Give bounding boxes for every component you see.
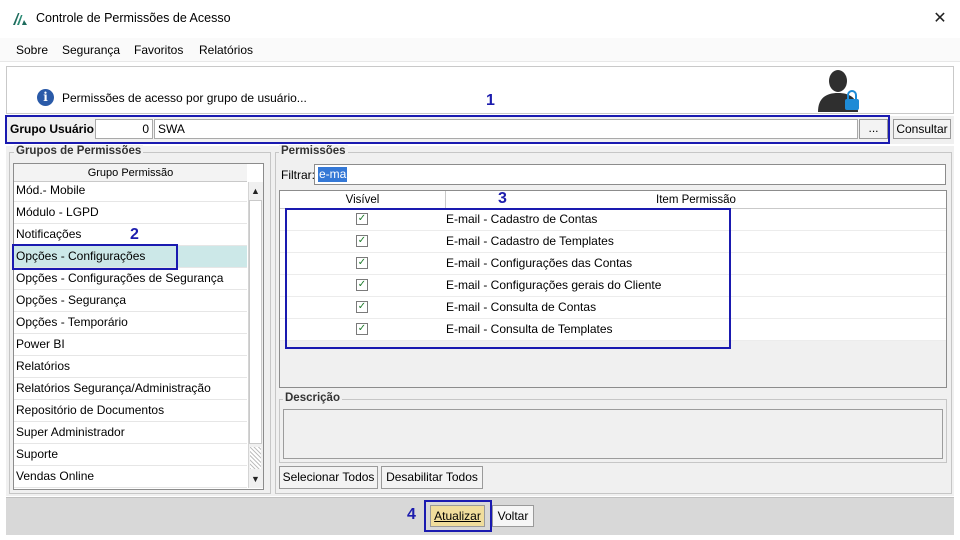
annotation-3: 3 xyxy=(498,190,507,207)
list-item[interactable]: Opções - Temporário xyxy=(14,312,247,334)
user-lock-icon xyxy=(818,70,859,112)
list-item[interactable]: Mód.- Mobile xyxy=(14,180,247,202)
list-item[interactable]: Opções - Configurações de Segurança xyxy=(14,268,247,290)
permissions-title: Permissões xyxy=(279,145,348,157)
filter-input[interactable]: e-ma xyxy=(314,164,946,185)
menu-relatorios[interactable]: Relatórios xyxy=(199,43,253,57)
list-item[interactable]: Módulo - LGPD xyxy=(14,202,247,224)
window-title: Controle de Permissões de Acesso xyxy=(36,11,231,25)
select-all-button[interactable]: Selecionar Todos xyxy=(279,466,378,489)
info-text: Permissões de acesso por grupo de usuári… xyxy=(62,91,307,105)
list-item[interactable]: Repositório de Documentos xyxy=(14,400,247,422)
annotation-2: 2 xyxy=(130,226,139,243)
list-item[interactable]: Vendas Online xyxy=(14,466,247,488)
annotation-box-2 xyxy=(12,244,178,270)
disable-all-button[interactable]: Desabilitar Todos xyxy=(381,466,483,489)
description-field[interactable] xyxy=(283,409,943,459)
list-item[interactable]: Suporte xyxy=(14,444,247,466)
annotation-box-1 xyxy=(5,115,890,144)
annotation-box-4 xyxy=(424,500,492,532)
list-item[interactable]: Opções - Segurança xyxy=(14,290,247,312)
list-item[interactable]: Relatórios Segurança/Administração xyxy=(14,378,247,400)
info-icon: i xyxy=(37,89,54,106)
app-logo-icon xyxy=(13,13,27,25)
menu-bar: Sobre Segurança Favoritos Relatórios xyxy=(0,38,960,62)
annotation-4: 4 xyxy=(407,506,416,523)
list-item[interactable]: Super Administrador xyxy=(14,422,247,444)
scroll-grip[interactable] xyxy=(250,447,261,469)
filter-value: e-ma xyxy=(318,167,348,182)
list-item[interactable]: Relatórios xyxy=(14,356,247,378)
consultar-button[interactable]: Consultar xyxy=(893,119,951,139)
column-header-visivel[interactable]: Visível xyxy=(280,191,446,209)
description-title: Descrição xyxy=(283,392,342,404)
annotation-1: 1 xyxy=(486,92,495,109)
permission-groups-title: Grupos de Permissões xyxy=(14,145,144,157)
menu-seguranca[interactable]: Segurança xyxy=(62,43,120,57)
column-header-item-permissao[interactable]: Item Permissão xyxy=(446,191,946,209)
menu-sobre[interactable]: Sobre xyxy=(16,43,48,57)
scroll-down-icon[interactable]: ▼ xyxy=(250,474,261,484)
close-icon[interactable]: ✕ xyxy=(928,8,952,30)
list-item[interactable]: Power BI xyxy=(14,334,247,356)
back-button[interactable]: Voltar xyxy=(492,505,534,527)
scroll-thumb[interactable] xyxy=(249,200,262,444)
scroll-up-icon[interactable]: ▲ xyxy=(250,186,261,196)
menu-favoritos[interactable]: Favoritos xyxy=(134,43,183,57)
annotation-box-3 xyxy=(285,208,731,349)
filter-label: Filtrar: xyxy=(281,168,315,182)
